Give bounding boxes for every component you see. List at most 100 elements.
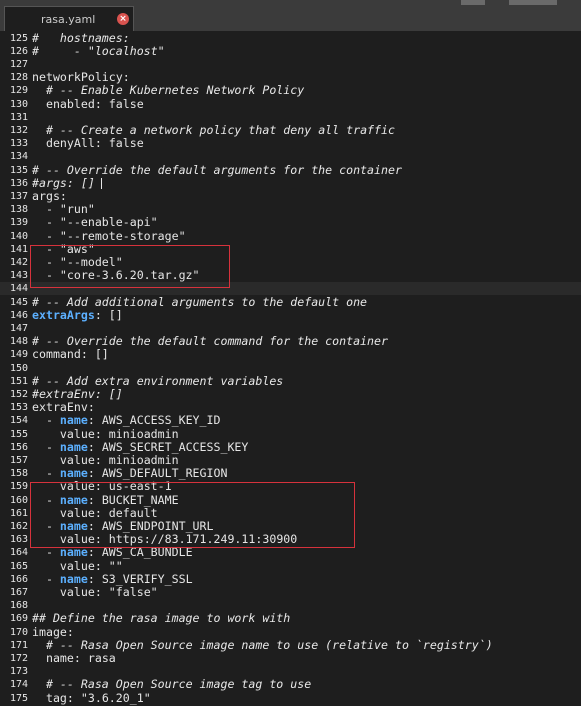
code-line[interactable]: 147 [0,322,581,335]
code-token: denyAll: [45,136,109,151]
line-number: 145 [9,296,28,308]
code-token: extraArgs [32,307,95,322]
code-line[interactable]: 132 # -- Create a network policy that de… [0,123,581,137]
code-token: image: [32,624,74,639]
highlight-box-env [30,482,355,548]
code-line[interactable]: 134 [0,150,581,163]
window-button[interactable] [509,0,533,5]
line-number: 142 [9,256,28,268]
line-code: value: "false" [32,584,158,599]
code-line[interactable]: 166 - name: S3_VERIFY_SSL [0,571,581,586]
line-number: 138 [9,204,28,216]
code-line[interactable]: 169 ## Define the rasa image to work with [0,612,581,625]
code-token: - [32,215,60,230]
line-number: 149 [9,349,28,361]
line-number: 159 [9,481,28,493]
code-line[interactable]: 131 [0,111,581,124]
line-number: 156 [9,441,28,453]
line-number: 135 [9,164,28,176]
line-number: 172 [9,652,28,664]
code-token: # -- Override the default command for th… [32,334,388,349]
line-number: 157 [9,454,28,466]
code-token: "--enable-api" [59,215,158,230]
code-token: value: [59,558,109,573]
code-line[interactable]: 173 [0,665,581,678]
line-code: denyAll: false [32,136,144,151]
line-number: 174 [9,679,28,691]
text-cursor [101,177,102,189]
code-token: - [32,228,60,243]
code-line[interactable]: 127 [0,58,581,71]
code-token: : [87,466,102,481]
code-token: - [32,439,60,454]
tab-label: rasa.yaml [41,13,96,26]
code-line[interactable]: 153 extraEnv: [0,400,581,414]
tab-rasa-yaml[interactable]: rasa.yaml × [4,6,134,31]
code-line[interactable]: 156 - name: AWS_SECRET_ACCESS_KEY [0,439,581,454]
code-token: [] [94,347,109,362]
code-line[interactable]: 149 command: [] [0,348,581,361]
code-line[interactable]: 174 # -- Rasa Open Source image tag to u… [0,678,581,691]
code-line[interactable]: 154 - name: AWS_ACCESS_KEY_ID [0,414,581,427]
code-line[interactable]: 151 # -- Add extra environment variables [0,373,581,388]
code-token: value: [59,452,109,467]
code-line[interactable]: 129 # -- Enable Kubernetes Network Polic… [0,84,581,97]
code-token: # - "localhost" [32,43,165,58]
code-line[interactable]: 167 value: "false" [0,584,581,599]
code-line[interactable]: 157 value: minioadmin [0,452,581,467]
code-line[interactable]: 164 - name: AWS_CA_BUNDLE [0,546,581,559]
code-line[interactable]: 136 #args: [] [0,176,581,190]
code-token: "" [108,558,123,573]
code-line[interactable]: 148 # -- Override the default command for… [0,334,581,349]
title-bar: rasa.yaml × [0,0,581,31]
line-number: 170 [9,626,28,638]
code-line[interactable]: 152 #extraEnv: [] [0,387,581,401]
code-line[interactable]: 146 extraArgs: [] [0,307,581,322]
code-line[interactable]: 133 denyAll: false [0,136,581,151]
line-number: 164 [9,547,28,559]
close-icon[interactable]: × [117,13,129,25]
line-number: 129 [9,85,28,97]
code-line[interactable]: 158 - name: AWS_DEFAULT_REGION [0,466,581,481]
code-token: - [32,202,60,217]
code-line[interactable]: 171 # -- Rasa Open Source image name to … [0,637,581,652]
code-token: # hostnames: [32,31,130,45]
window-button[interactable] [533,0,557,5]
line-number: 153 [9,402,28,414]
line-number: 162 [9,520,28,532]
code-line[interactable]: 126 # - "localhost" [0,43,581,58]
code-line[interactable]: 168 [0,599,581,612]
code-token: "3.6.20_1" [80,690,151,705]
line-number: 175 [9,692,28,704]
line-number: 160 [9,494,28,506]
line-number: 158 [9,468,28,480]
window-button[interactable] [461,0,485,5]
code-line[interactable]: 138 - "run" [0,202,581,217]
code-line[interactable]: 128 networkPolicy: [0,70,581,85]
code-token: networkPolicy: [32,70,130,85]
line-number: 163 [9,534,28,546]
line-code: extraArgs: [] [32,307,123,322]
code-line[interactable]: 130 enabled: false [0,97,581,111]
code-line[interactable]: 172 name: rasa [0,651,581,665]
code-token: [] [108,307,123,322]
code-token: # -- Rasa Open Source image name to use … [45,637,493,652]
line-number: 171 [9,639,28,651]
code-token: # -- Add extra environment variables [32,373,284,388]
code-line[interactable]: 137 args: [0,189,581,203]
code-token: S3_VERIFY_SSL [101,571,193,586]
code-token: name [59,439,88,454]
code-editor[interactable]: 125 # hostnames: 126 # - "localhost" 127 128 n… [0,31,581,706]
line-number: 126 [9,45,28,57]
code-token: tag: [45,690,81,705]
line-number: 136 [9,177,28,189]
code-token: value: [59,584,109,599]
code-line[interactable]: 139 - "--enable-api" [0,216,581,229]
code-token: AWS_ACCESS_KEY_ID [101,413,221,428]
